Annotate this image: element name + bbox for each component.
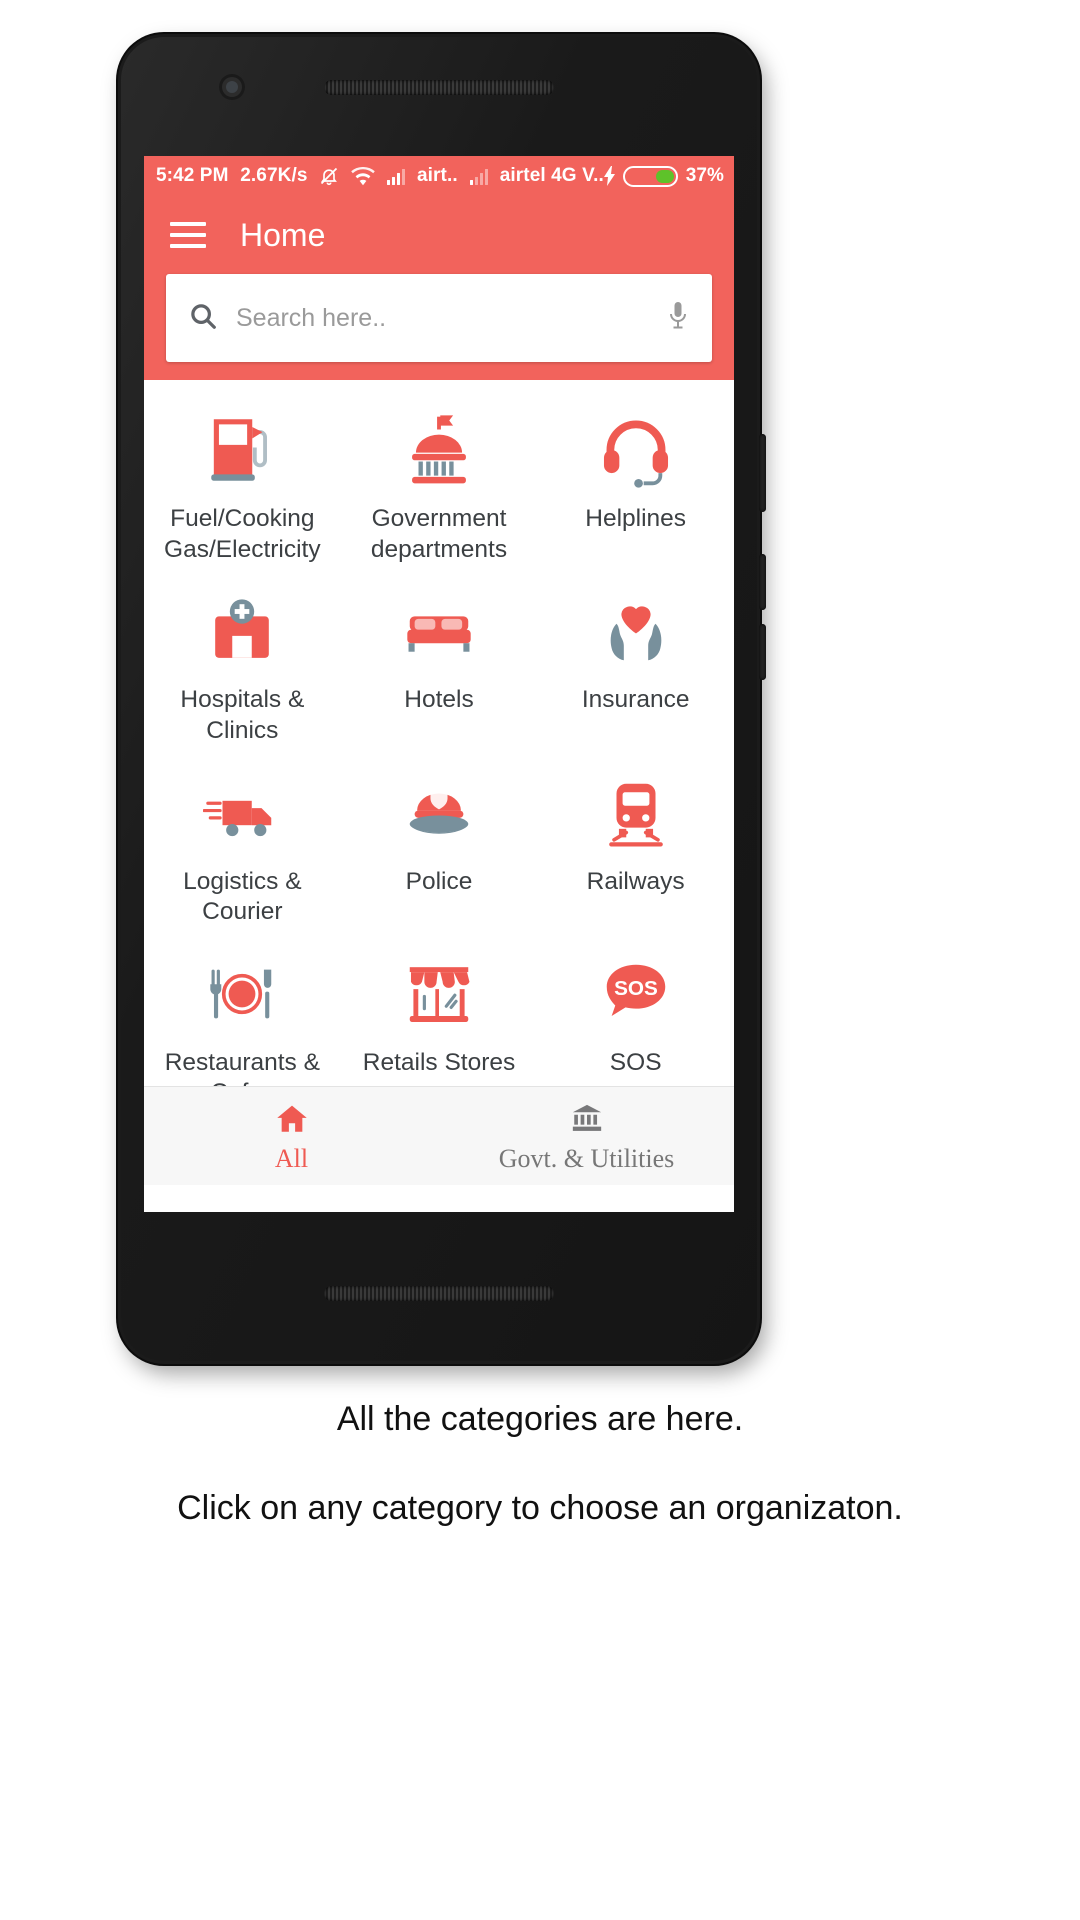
bottom-tab-bar: All Govt. & Utilities: [144, 1086, 734, 1185]
government-building-icon: [398, 406, 480, 494]
category-railways[interactable]: Railways: [537, 757, 734, 938]
category-label: Hospitals & Clinics: [180, 686, 305, 744]
svg-text:SOS: SOS: [614, 977, 658, 1000]
category-label: Restaurants & Cafes: [164, 1048, 320, 1086]
battery-percent-label: 37%: [685, 165, 725, 186]
grid-row: Restaurants & Cafes: [144, 938, 734, 1086]
category-label: Government departments: [370, 505, 508, 563]
microphone-icon[interactable]: [666, 300, 690, 337]
store-front-icon: [400, 950, 478, 1038]
cutlery-plate-icon: [203, 950, 281, 1038]
bottom-speaker-grille: [324, 1286, 554, 1301]
train-icon: [597, 769, 675, 857]
tab-label: All: [274, 1144, 309, 1173]
hamburger-icon[interactable]: [170, 222, 206, 248]
tab-govt-utilities[interactable]: Govt. & Utilities: [439, 1087, 734, 1185]
search-input[interactable]: [234, 302, 656, 334]
carrier-label-sim1: airt..: [417, 165, 458, 186]
category-label: Logistics & Courier: [183, 867, 302, 926]
category-label: Fuel/Cooking Gas/Electricity: [164, 505, 321, 563]
grid-row: Logistics & Courier Police Railways: [144, 757, 734, 938]
category-label: Insurance: [581, 686, 690, 714]
category-insurance[interactable]: Insurance: [537, 575, 734, 756]
app-bar: Home: [144, 196, 734, 380]
network-speed: 2.67K/s: [240, 165, 308, 186]
category-label: Helplines: [585, 505, 687, 532]
volume-up-button[interactable]: [759, 554, 766, 610]
mute-bell-icon: [319, 165, 339, 187]
category-label: SOS: [609, 1048, 662, 1076]
status-bar: 5:42 PM 2.67K/s airt.. airtel 4G V.. 37%: [144, 156, 734, 196]
bed-icon: [400, 587, 478, 675]
category-restaurants-cafes[interactable]: Restaurants & Cafes: [144, 938, 341, 1086]
signal-icon-sim1: [386, 168, 406, 185]
headset-icon: [595, 406, 677, 494]
category-label: Railways: [586, 867, 685, 895]
category-grid: Fuel/Cooking Gas/Electricity Government …: [144, 380, 734, 1086]
power-button[interactable]: [759, 434, 766, 512]
category-fuel-cooking-gas-electricity[interactable]: Fuel/Cooking Gas/Electricity: [144, 394, 341, 575]
caption-line-2: Click on any category to choose an organ…: [177, 1489, 903, 1527]
phone-screen: 5:42 PM 2.67K/s airt.. airtel 4G V.. 37%…: [144, 156, 734, 1212]
hospital-icon: [203, 587, 281, 675]
bank-icon: [568, 1098, 606, 1140]
category-label: Hotels: [404, 686, 474, 714]
earpiece-speaker: [324, 80, 554, 95]
wifi-icon: [351, 166, 375, 186]
tab-all[interactable]: All: [144, 1087, 439, 1185]
carrier-label-sim2: airtel 4G V..: [499, 165, 604, 186]
phone-device-frame: 5:42 PM 2.67K/s airt.. airtel 4G V.. 37%…: [118, 34, 766, 1364]
category-government-departments[interactable]: Government departments: [341, 394, 538, 575]
grid-row: Fuel/Cooking Gas/Electricity Government …: [144, 394, 734, 575]
tab-label: Govt. & Utilities: [498, 1144, 675, 1173]
home-icon: [273, 1098, 311, 1140]
caption-line-1: All the categories are here.: [336, 1400, 744, 1438]
front-camera: [219, 74, 245, 100]
battery-icon: [622, 165, 678, 187]
police-cap-icon: [400, 769, 478, 857]
status-time: 5:42 PM: [156, 165, 229, 186]
grid-row: Hospitals & Clinics Hotels Insurance: [144, 575, 734, 756]
category-logistics-courier[interactable]: Logistics & Courier: [144, 757, 341, 938]
category-sos[interactable]: SOS SOS: [537, 938, 734, 1086]
signal-icon-sim2: [469, 168, 488, 185]
category-label: Police: [405, 867, 473, 895]
category-helplines[interactable]: Helplines: [537, 394, 734, 575]
sos-icon: SOS: [597, 950, 675, 1038]
category-label: Retails Stores: [362, 1048, 516, 1076]
page-title: Home: [240, 216, 326, 253]
search-bar[interactable]: [166, 274, 712, 362]
category-hotels[interactable]: Hotels: [341, 575, 538, 756]
volume-down-button[interactable]: [759, 624, 766, 680]
delivery-truck-icon: [203, 769, 281, 857]
category-police[interactable]: Police: [341, 757, 538, 938]
fuel-pump-icon: [201, 406, 283, 494]
heart-in-hands-icon: [597, 587, 675, 675]
category-retails-stores[interactable]: Retails Stores: [341, 938, 538, 1086]
caption-block: All the categories are here. Click on an…: [0, 1400, 1080, 1528]
bolt-icon: [603, 166, 616, 186]
category-hospitals-clinics[interactable]: Hospitals & Clinics: [144, 575, 341, 756]
search-icon: [188, 301, 218, 336]
